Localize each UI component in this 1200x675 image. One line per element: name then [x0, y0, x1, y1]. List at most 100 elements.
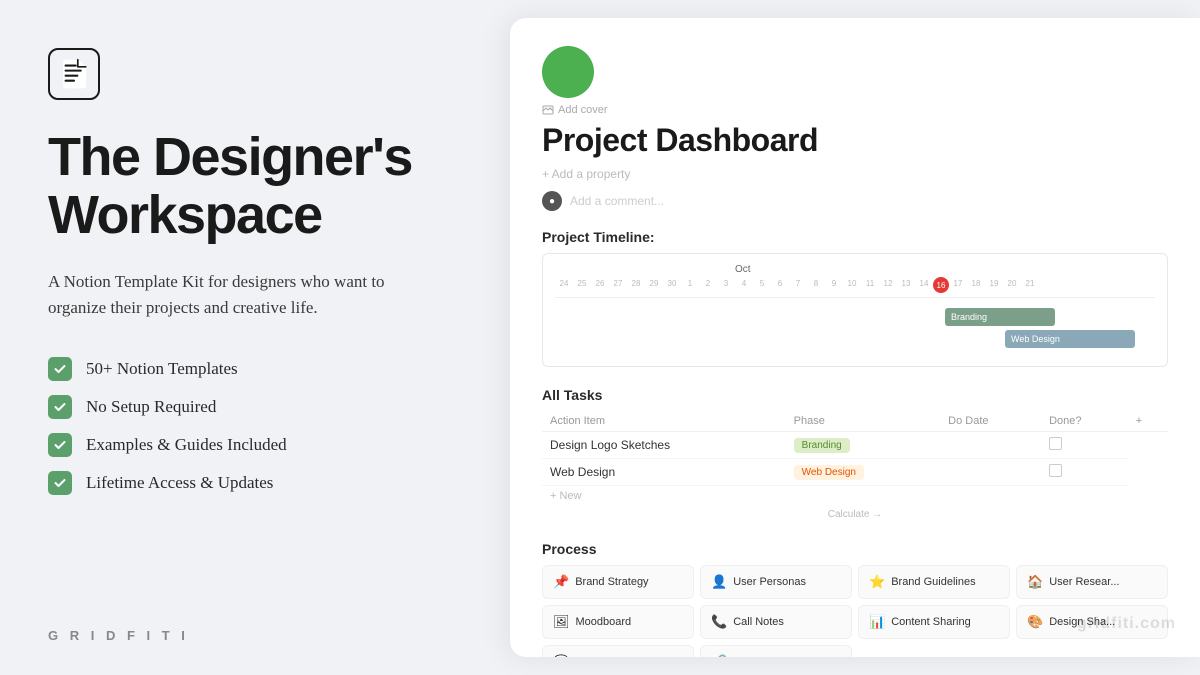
- process-label-user-research: User Resear...: [1049, 576, 1119, 588]
- process-card-brand-strategy[interactable]: 📌 Brand Strategy: [542, 565, 694, 599]
- phase-badge-web-design: Web Design: [794, 465, 864, 480]
- bottom-branding: G R I D F I T I: [48, 608, 462, 643]
- tick-10: 10: [843, 279, 861, 293]
- comment-placeholder-text: Add a comment...: [570, 194, 664, 208]
- th-add[interactable]: +: [1128, 411, 1168, 432]
- process-card-content-sharing[interactable]: 📊 Content Sharing: [858, 605, 1010, 639]
- process-card-development-handoff[interactable]: 🔗 Development & Hand-off: [700, 645, 852, 657]
- tick-29: 29: [645, 279, 663, 293]
- tick-13: 13: [897, 279, 915, 293]
- timeline-bars: Branding Web Design: [555, 304, 1155, 356]
- timeline-month: Oct: [555, 264, 1155, 275]
- tick-18: 18: [967, 279, 985, 293]
- new-row[interactable]: + New: [542, 486, 1168, 506]
- tick-5: 5: [753, 279, 771, 293]
- check-icon-2: [48, 395, 72, 419]
- tasks-table: Action Item Phase Do Date Done? +: [542, 411, 1168, 486]
- features-list: 50+ Notion Templates No Setup Required E…: [48, 357, 462, 495]
- th-do-date: Do Date: [940, 411, 1041, 432]
- task-done-1[interactable]: [1041, 432, 1128, 459]
- process-icon-brand-guidelines: ⭐: [869, 574, 885, 590]
- tasks-section-label: All Tasks: [542, 387, 1168, 403]
- check-icon-3: [48, 433, 72, 457]
- feature-item-4: Lifetime Access & Updates: [48, 471, 462, 495]
- tick-14: 14: [915, 279, 933, 293]
- add-property-row[interactable]: + Add a property: [542, 167, 1168, 181]
- feature-item-3: Examples & Guides Included: [48, 433, 462, 457]
- process-card-moodboard[interactable]: 🖼 Moodboard: [542, 605, 694, 639]
- task-checkbox-2[interactable]: [1049, 464, 1062, 477]
- tick-1: 1: [681, 279, 699, 293]
- tick-9: 9: [825, 279, 843, 293]
- process-grid: 📌 Brand Strategy 👤 User Personas ⭐ Brand…: [542, 565, 1168, 657]
- check-icon-4: [48, 471, 72, 495]
- notion-logo-icon: [48, 48, 100, 100]
- task-date-1: [940, 432, 1041, 459]
- add-cover-icon: [542, 104, 554, 116]
- feature-text-2: No Setup Required: [86, 397, 216, 417]
- comment-avatar: ●: [542, 191, 562, 211]
- process-card-user-personas[interactable]: 👤 User Personas: [700, 565, 852, 599]
- tick-6: 6: [771, 279, 789, 293]
- th-done: Done?: [1041, 411, 1128, 432]
- tick-24: 24: [555, 279, 573, 293]
- table-row: Web Design Web Design: [542, 459, 1168, 486]
- process-label-design-feedback: Design Feedback: [575, 656, 661, 657]
- th-phase: Phase: [786, 411, 941, 432]
- dashboard-title: Project Dashboard: [542, 122, 1168, 159]
- feature-text-1: 50+ Notion Templates: [86, 359, 238, 379]
- calculate-row[interactable]: Calculate →: [542, 506, 1168, 523]
- left-content: The Designer's Workspace A Notion Templa…: [48, 48, 462, 495]
- process-label-content-sharing: Content Sharing: [891, 616, 971, 628]
- task-name-1: Design Logo Sketches: [542, 432, 786, 459]
- tick-8: 8: [807, 279, 825, 293]
- task-date-2: [940, 459, 1041, 486]
- feature-item-1: 50+ Notion Templates: [48, 357, 462, 381]
- left-panel: The Designer's Workspace A Notion Templa…: [0, 0, 510, 675]
- tasks-section: All Tasks Action Item Phase Do Date: [542, 387, 1168, 523]
- tick-11: 11: [861, 279, 879, 293]
- process-icon-call-notes: 📞: [711, 614, 727, 630]
- process-card-brand-guidelines[interactable]: ⭐ Brand Guidelines: [858, 565, 1010, 599]
- timeline-container: Oct 24 25 26 27 28 29 30 1 2 3 4 5 6 7 8…: [542, 253, 1168, 367]
- phase-badge-branding: Branding: [794, 438, 850, 453]
- tick-2: 2: [699, 279, 717, 293]
- tick-today: 16: [933, 277, 949, 293]
- bar-branding: Branding: [945, 308, 1055, 326]
- tick-4: 4: [735, 279, 753, 293]
- task-phase-1: Branding: [786, 432, 941, 459]
- timeline-section-label: Project Timeline:: [542, 229, 1168, 245]
- add-cover-row[interactable]: Add cover: [542, 104, 1168, 116]
- check-icon-1: [48, 357, 72, 381]
- comment-row[interactable]: ● Add a comment...: [542, 191, 1168, 211]
- process-card-call-notes[interactable]: 📞 Call Notes: [700, 605, 852, 639]
- task-name-2: Web Design: [542, 459, 786, 486]
- process-icon-design-feedback: 💬: [553, 654, 569, 657]
- task-done-2[interactable]: [1041, 459, 1128, 486]
- process-icon-design-share: 🎨: [1027, 614, 1043, 630]
- tick-30: 30: [663, 279, 681, 293]
- tick-12: 12: [879, 279, 897, 293]
- process-section: Process 📌 Brand Strategy 👤 User Personas…: [542, 541, 1168, 657]
- table-row: Design Logo Sketches Branding: [542, 432, 1168, 459]
- tick-27: 27: [609, 279, 627, 293]
- tasks-header-row: Action Item Phase Do Date Done? +: [542, 411, 1168, 432]
- tick-20: 20: [1003, 279, 1021, 293]
- watermark: gridfiti.com: [1077, 615, 1176, 633]
- process-card-design-feedback[interactable]: 💬 Design Feedback: [542, 645, 694, 657]
- dashboard-inner: Add cover Project Dashboard + Add a prop…: [510, 18, 1200, 657]
- tick-19: 19: [985, 279, 1003, 293]
- tick-3: 3: [717, 279, 735, 293]
- process-label-call-notes: Call Notes: [733, 616, 784, 628]
- process-card-user-research[interactable]: 🏠 User Resear...: [1016, 565, 1168, 599]
- process-icon-user-personas: 👤: [711, 574, 727, 590]
- tick-17: 17: [949, 279, 967, 293]
- process-label-development-handoff: Development & Hand-off: [733, 656, 852, 657]
- tick-26: 26: [591, 279, 609, 293]
- feature-text-4: Lifetime Access & Updates: [86, 473, 273, 493]
- task-checkbox-1[interactable]: [1049, 437, 1062, 450]
- process-icon-development-handoff: 🔗: [711, 654, 727, 657]
- process-label-brand-strategy: Brand Strategy: [575, 576, 648, 588]
- process-icon-brand-strategy: 📌: [553, 574, 569, 590]
- bar-web-design: Web Design: [1005, 330, 1135, 348]
